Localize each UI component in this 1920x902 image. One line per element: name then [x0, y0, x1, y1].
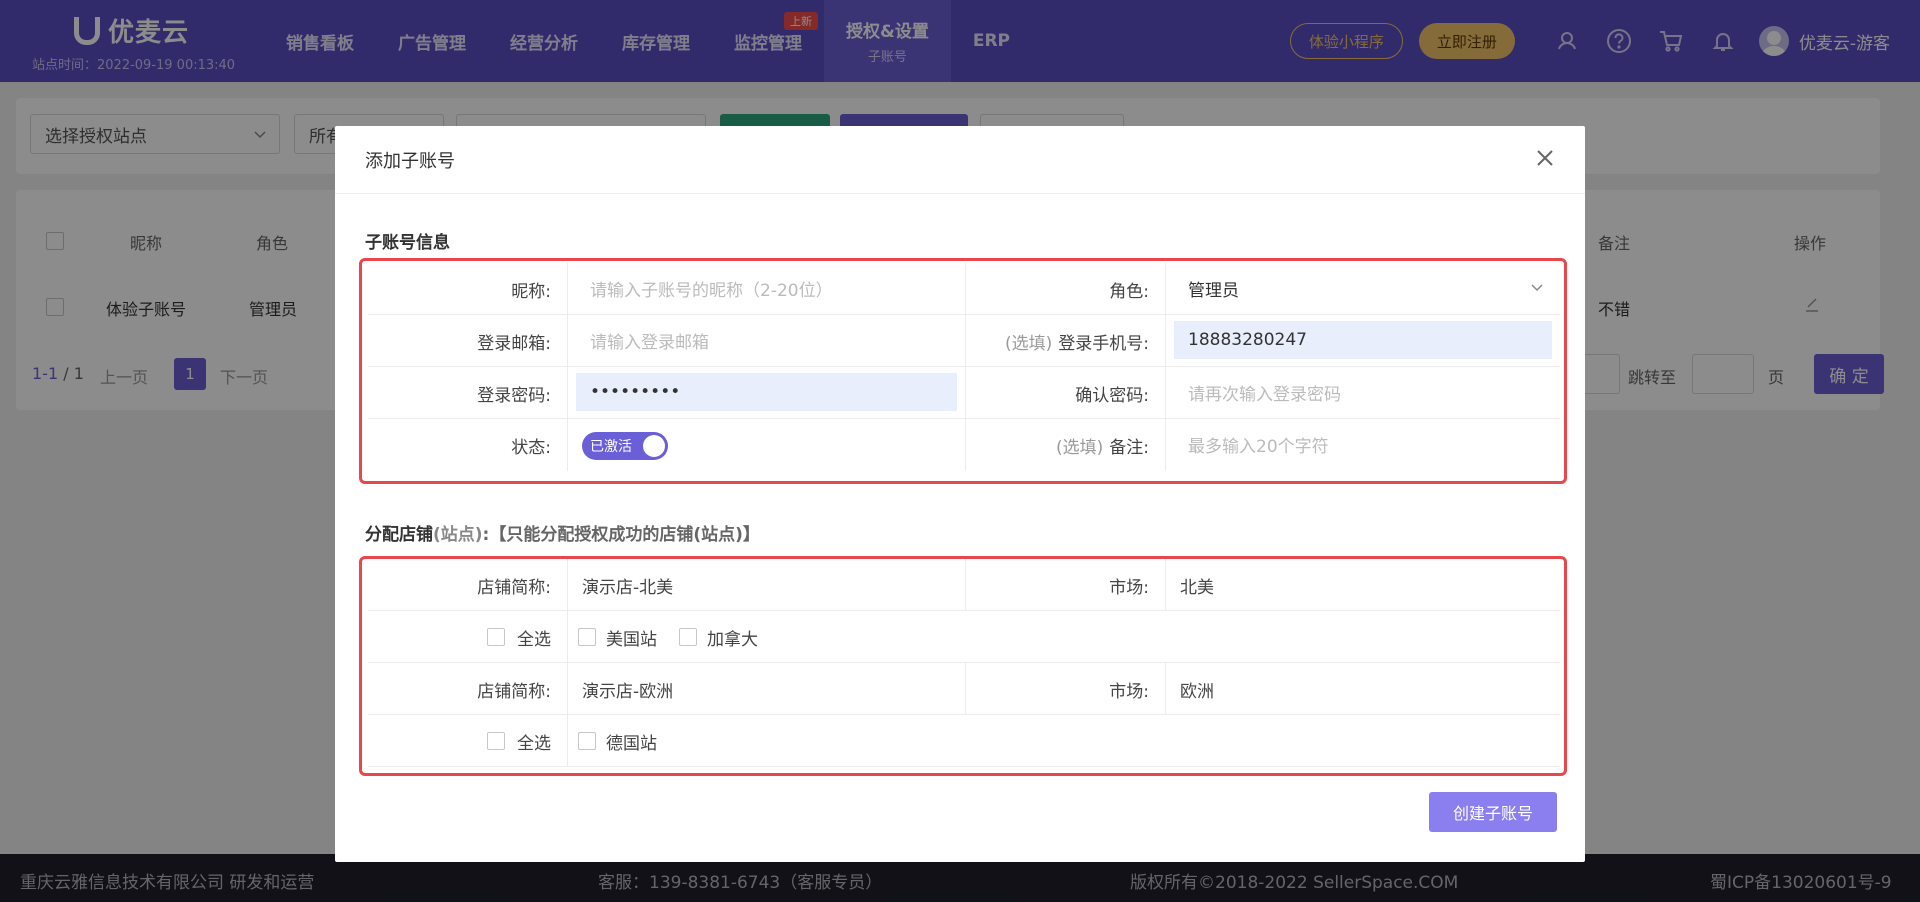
site-label: 德国站: [606, 733, 657, 754]
store-name-label: 店铺简称:: [368, 663, 568, 715]
modal-title: 添加子账号: [365, 150, 455, 172]
section-title-text: 分配店铺: [365, 525, 433, 545]
site-checkbox-row: 全选 德国站: [368, 715, 1560, 767]
email-label: 登录邮箱:: [368, 315, 568, 367]
site-label: 美国站: [606, 629, 657, 650]
form-row: 昵称: 请输入子账号的昵称（2-20位） 角色: 管理员: [368, 263, 1560, 315]
select-all-checkbox[interactable]: 全选: [368, 611, 568, 663]
status-toggle-label: 已激活: [590, 439, 632, 455]
phone-field[interactable]: 18883280247: [1174, 321, 1552, 359]
toggle-knob: [643, 435, 665, 457]
subaccount-form: 昵称: 请输入子账号的昵称（2-20位） 角色: 管理员 登录邮箱: 请输入登录…: [359, 258, 1567, 484]
chevron-down-icon: [1531, 284, 1543, 292]
market-label: 市场:: [966, 559, 1166, 611]
modal-header: 添加子账号: [335, 126, 1585, 194]
phone-label-text: 登录手机号:: [1058, 333, 1149, 354]
email-field[interactable]: 请输入登录邮箱: [576, 321, 957, 359]
confirm-password-field[interactable]: 请再次输入登录密码: [1174, 373, 1552, 411]
site-checkbox-ca[interactable]: 加拿大: [679, 625, 758, 650]
phone-label: (选填) 登录手机号:: [966, 315, 1166, 367]
role-label: 角色:: [966, 263, 1166, 315]
optional-tag: (选填): [1056, 437, 1104, 458]
market-value: 北美: [1180, 577, 1214, 598]
note-field[interactable]: 最多输入20个字符: [1174, 425, 1552, 463]
store-row: 店铺简称: 演示店-北美 市场: 北美: [368, 559, 1560, 611]
checkbox[interactable]: [578, 628, 596, 646]
store-name: 演示店-北美: [582, 577, 674, 598]
section-title-note: :【只能分配授权成功的店铺(站点)】: [482, 525, 760, 545]
site-checkbox-row: 全选 美国站 加拿大: [368, 611, 1560, 663]
market-value: 欧洲: [1180, 681, 1214, 702]
checkbox[interactable]: [487, 732, 505, 750]
section-subaccount-info: 子账号信息: [365, 233, 450, 253]
status-toggle[interactable]: 已激活: [582, 432, 668, 460]
checkbox[interactable]: [487, 628, 505, 646]
select-all-label: 全选: [517, 629, 551, 650]
close-icon[interactable]: [1535, 148, 1557, 170]
checkbox[interactable]: [679, 628, 697, 646]
market-label: 市场:: [966, 663, 1166, 715]
section-title-sub: (站点): [433, 525, 483, 545]
form-row: 登录密码: ••••••••• 确认密码: 请再次输入登录密码: [368, 367, 1560, 419]
password-field[interactable]: •••••••••: [576, 373, 957, 411]
optional-tag: (选填): [1005, 333, 1053, 354]
password-label: 登录密码:: [368, 367, 568, 419]
form-row: 状态: 已激活 (选填) 备注: 最多输入20个字符: [368, 419, 1560, 471]
store-name: 演示店-欧洲: [582, 681, 674, 702]
site-label: 加拿大: [707, 629, 758, 650]
note-label-text: 备注:: [1109, 437, 1149, 458]
store-row: 店铺简称: 演示店-欧洲 市场: 欧洲: [368, 663, 1560, 715]
nickname-label: 昵称:: [368, 263, 568, 315]
status-label: 状态:: [368, 419, 568, 471]
note-label: (选填) 备注:: [966, 419, 1166, 471]
store-assignment: 店铺简称: 演示店-北美 市场: 北美 全选 美国站 加拿大 店铺简称: 演示店…: [359, 556, 1567, 776]
form-row: 登录邮箱: 请输入登录邮箱 (选填) 登录手机号: 18883280247: [368, 315, 1560, 367]
checkbox[interactable]: [578, 732, 596, 750]
add-subaccount-modal: 添加子账号 子账号信息 昵称: 请输入子账号的昵称（2-20位） 角色: 管理员…: [335, 126, 1585, 862]
select-all-label: 全选: [517, 733, 551, 754]
store-name-label: 店铺简称:: [368, 559, 568, 611]
create-subaccount-button[interactable]: 创建子账号: [1429, 792, 1557, 832]
role-select[interactable]: 管理员: [1166, 263, 1560, 315]
section-assign-stores: 分配店铺(站点):【只能分配授权成功的店铺(站点)】: [365, 520, 760, 545]
site-checkbox-us[interactable]: 美国站: [578, 625, 657, 650]
role-select-value: 管理员: [1188, 280, 1239, 301]
nickname-input[interactable]: 请输入子账号的昵称（2-20位）: [576, 269, 957, 307]
confirm-password-label: 确认密码:: [966, 367, 1166, 419]
site-checkbox-de[interactable]: 德国站: [578, 729, 657, 754]
select-all-checkbox[interactable]: 全选: [368, 715, 568, 767]
